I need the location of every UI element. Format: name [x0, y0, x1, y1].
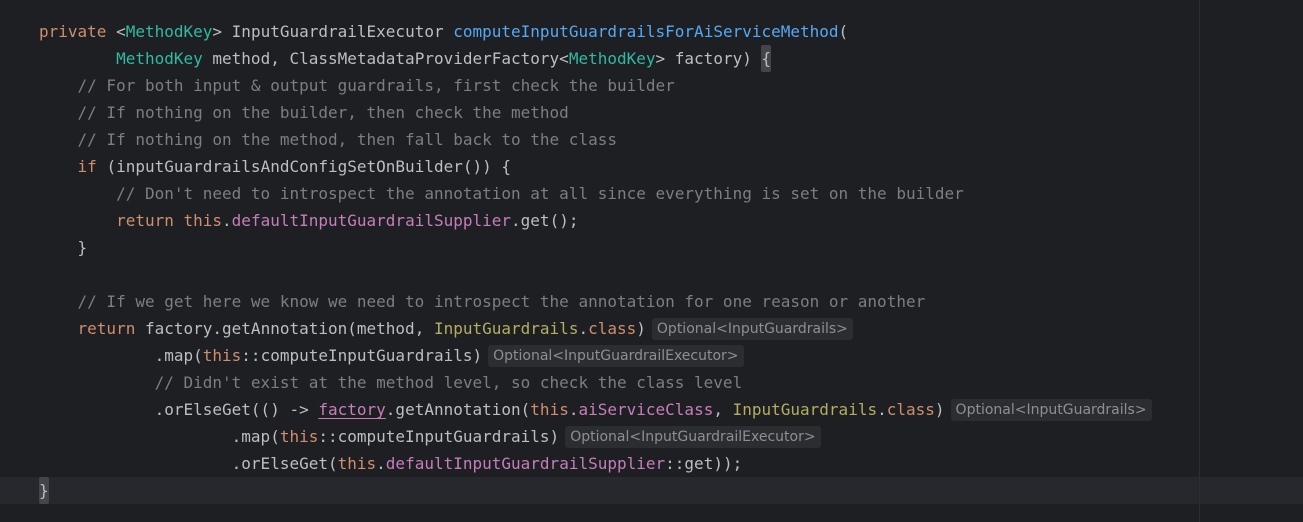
code-editor[interactable]: private < MethodKey > InputGuardrailExecut…	[0, 0, 1303, 522]
code-area[interactable]: private < MethodKey > InputGuardrailExecut…	[39, 18, 1152, 504]
code-token: // Don't need to introspect the annotati…	[116, 184, 964, 203]
code-token: InputGuardrails	[732, 400, 878, 419]
code-token: class	[588, 319, 637, 338]
code-token: InputGuardrails	[433, 319, 579, 338]
code-line[interactable]: .map(this::computeInputGuardrails) Option…	[39, 423, 1152, 450]
code-line[interactable]: // Don't need to introspect the annotati…	[39, 180, 1152, 207]
code-token: this	[183, 211, 223, 230]
code-token: .map(	[154, 346, 203, 365]
code-token: <	[116, 22, 126, 41]
code-token: .	[568, 400, 579, 419]
code-token: .orElseGet(	[231, 454, 338, 473]
code-token: )	[934, 400, 945, 419]
code-token: .getAnnotation(	[385, 400, 531, 419]
code-line[interactable]: if (inputGuardrailsAndConfigSetOnBuilder…	[39, 153, 1152, 180]
code-token: .	[222, 211, 232, 230]
code-token: aiServiceClass	[578, 400, 714, 419]
code-token: .	[376, 454, 386, 473]
code-token: ::get));	[665, 454, 743, 473]
code-token: MethodKey	[125, 22, 213, 41]
code-line[interactable]: .orElseGet(() -> factory .getAnnotation(t…	[39, 396, 1152, 423]
code-token: class	[886, 400, 935, 419]
code-token: ,	[713, 400, 733, 419]
code-line[interactable]: // If we get here we know we need to int…	[39, 288, 1152, 315]
code-line[interactable]: return factory.getAnnotation(method, Inp…	[39, 315, 1152, 342]
code-token: )	[636, 319, 646, 338]
code-line[interactable]: .orElseGet(this. defaultInputGuardrailSup…	[39, 450, 1152, 477]
code-token: .orElseGet(() ->	[154, 400, 319, 419]
right-margin-guide	[1199, 0, 1200, 522]
code-token: // If we get here we know we need to int…	[77, 292, 926, 311]
code-token: defaultInputGuardrailSupplier	[385, 454, 666, 473]
code-token: if	[77, 157, 107, 176]
code-line[interactable]: }	[39, 477, 1152, 504]
code-token: factory	[318, 400, 386, 419]
code-token: this	[337, 454, 377, 473]
inlay-type-hint[interactable]: Optional<InputGuardrails>	[651, 317, 853, 340]
code-token: MethodKey	[568, 49, 656, 68]
code-line[interactable]: // If nothing on the builder, then check…	[39, 99, 1152, 126]
code-token: .	[578, 319, 589, 338]
code-token: this	[279, 427, 319, 446]
code-token: private	[39, 22, 117, 41]
code-token: factory.getAnnotation(method,	[144, 319, 434, 338]
code-token: this	[202, 346, 242, 365]
code-line[interactable]: private < MethodKey > InputGuardrailExecut…	[39, 18, 1152, 45]
code-token: (	[838, 22, 849, 41]
code-token: this	[530, 400, 569, 419]
code-token: // For both input & output guardrails, f…	[77, 76, 675, 95]
code-token: // If nothing on the builder, then check…	[77, 103, 569, 122]
code-token: (inputGuardrailsAndConfigSetOnBuilder())…	[106, 157, 512, 176]
code-token: computeInputGuardrailsForAiServiceMethod	[453, 22, 839, 41]
code-token: defaultInputGuardrailSupplier	[231, 211, 512, 230]
code-token: .get();	[511, 211, 579, 230]
code-line[interactable]: MethodKey method, ClassMetadataProviderF…	[39, 45, 1152, 72]
inlay-type-hint[interactable]: Optional<InputGuardrails>	[950, 398, 1152, 421]
code-token: ::computeInputGuardrails)	[241, 346, 483, 365]
inlay-type-hint[interactable]: Optional<InputGuardrailExecutor>	[565, 425, 821, 448]
code-line[interactable]: .map(this::computeInputGuardrails) Option…	[39, 342, 1152, 369]
code-line[interactable]: // For both input & output guardrails, f…	[39, 72, 1152, 99]
code-line[interactable]: // If nothing on the method, then fall b…	[39, 126, 1152, 153]
code-line[interactable]: // Didn't exist at the method level, so …	[39, 369, 1152, 396]
inlay-type-hint[interactable]: Optional<InputGuardrailExecutor>	[488, 344, 744, 367]
code-line[interactable]: }	[39, 234, 1152, 261]
code-token: // If nothing on the method, then fall b…	[77, 130, 617, 149]
code-token: .	[877, 400, 887, 419]
code-line[interactable]: return this. defaultInputGuardrailSupplie…	[39, 207, 1152, 234]
code-token: {	[761, 45, 772, 72]
code-token: > factory)	[655, 49, 762, 68]
code-token: .map(	[231, 427, 280, 446]
code-token: ::computeInputGuardrails)	[318, 427, 560, 446]
code-token: method, ClassMetadataProviderFactory<	[202, 49, 569, 68]
code-token: > InputGuardrailExecutor	[212, 22, 454, 41]
code-token: return	[77, 319, 145, 338]
code-token: }	[77, 238, 88, 257]
code-token: MethodKey	[116, 49, 203, 68]
code-token: // Didn't exist at the method level, so …	[154, 373, 743, 392]
code-token: return	[116, 211, 184, 230]
code-token: }	[39, 477, 49, 504]
code-line[interactable]	[39, 261, 1152, 288]
